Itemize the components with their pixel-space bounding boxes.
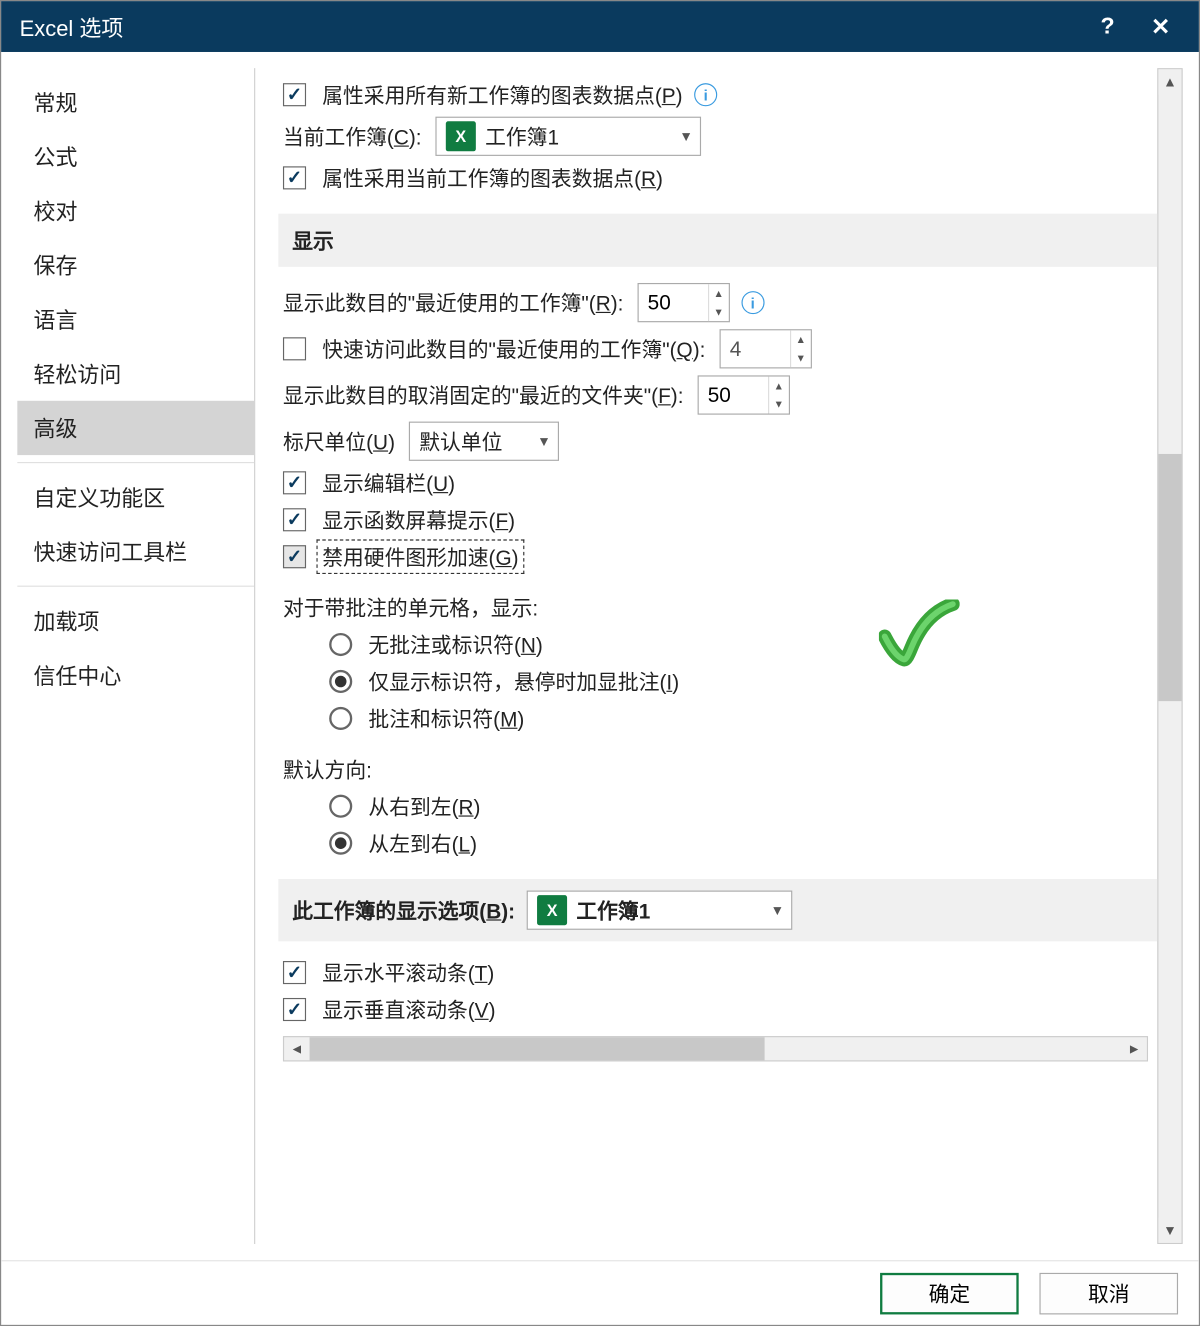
- show-formula-bar-label: 显示编辑栏(U): [322, 468, 455, 498]
- hscroll-thumb[interactable]: [310, 1037, 765, 1060]
- spinner-down-icon[interactable]: ▼: [769, 395, 789, 413]
- chevron-down-icon: ▼: [771, 902, 785, 918]
- direction-ltr-radio[interactable]: [329, 832, 352, 855]
- sidebar-item-language[interactable]: 语言: [17, 292, 254, 346]
- close-button[interactable]: ✕: [1134, 1, 1187, 52]
- comments-indicator-label: 仅显示标识符，悬停时加显批注(I): [368, 666, 679, 696]
- sidebar-separator: [17, 462, 254, 463]
- unpinned-folders-label: 显示此数目的取消固定的"最近的文件夹"(F):: [283, 380, 684, 410]
- sidebar-item-customize-ribbon[interactable]: 自定义功能区: [17, 470, 254, 524]
- help-button[interactable]: ?: [1081, 1, 1134, 52]
- sidebar-item-quick-access-toolbar[interactable]: 快速访问工具栏: [17, 524, 254, 578]
- spinner-up-icon: ▲: [791, 330, 811, 348]
- comments-none-label: 无批注或标识符(N): [368, 630, 542, 660]
- settings-panel: 属性采用所有新工作簿的图表数据点(P) i 当前工作簿(C): X 工作簿1 ▼: [255, 68, 1157, 1244]
- quick-access-recent-checkbox[interactable]: [283, 337, 306, 360]
- quick-access-recent-input: [720, 337, 789, 361]
- spinner-up-icon[interactable]: ▲: [709, 284, 729, 302]
- dialog-footer: 确定 取消: [1, 1260, 1199, 1325]
- ruler-units-select[interactable]: 默认单位 ▼: [409, 422, 559, 461]
- scroll-up-icon[interactable]: ▲: [1158, 69, 1181, 94]
- show-hscroll-checkbox[interactable]: [283, 961, 306, 984]
- default-direction-header: 默认方向:: [283, 754, 1148, 784]
- excel-icon: X: [537, 895, 567, 925]
- horizontal-scrollbar[interactable]: ◄ ►: [283, 1036, 1148, 1061]
- ruler-units-label: 标尺单位(U): [283, 426, 395, 456]
- vscroll-thumb[interactable]: [1158, 454, 1181, 701]
- sidebar-item-general[interactable]: 常规: [17, 75, 254, 129]
- direction-ltr-label: 从左到右(L): [368, 828, 477, 858]
- comments-both-radio[interactable]: [329, 707, 352, 730]
- comments-indicator-radio[interactable]: [329, 670, 352, 693]
- direction-rtl-radio[interactable]: [329, 795, 352, 818]
- scroll-left-icon[interactable]: ◄: [284, 1037, 309, 1060]
- show-function-tips-label: 显示函数屏幕提示(F): [322, 505, 515, 535]
- display-section-header: 显示: [278, 214, 1157, 267]
- show-formula-bar-checkbox[interactable]: [283, 471, 306, 494]
- unpinned-folders-input[interactable]: [698, 383, 767, 407]
- window-title: Excel 选项: [20, 11, 1081, 42]
- hscroll-track[interactable]: [310, 1037, 1122, 1060]
- current-workbook-select[interactable]: X 工作簿1 ▼: [435, 117, 701, 156]
- spinner-down-icon[interactable]: ▼: [709, 303, 729, 321]
- chart-all-new-label: 属性采用所有新工作簿的图表数据点(P): [322, 80, 682, 110]
- recent-workbooks-input[interactable]: [638, 290, 707, 314]
- current-workbook-label: 当前工作簿(C):: [283, 121, 422, 151]
- direction-rtl-label: 从右到左(R): [368, 791, 480, 821]
- comments-display-header: 对于带批注的单元格，显示:: [283, 593, 1148, 623]
- sidebar-item-addins[interactable]: 加载项: [17, 594, 254, 648]
- show-function-tips-checkbox[interactable]: [283, 508, 306, 531]
- scroll-right-icon[interactable]: ►: [1121, 1037, 1146, 1060]
- spinner-up-icon[interactable]: ▲: [769, 377, 789, 395]
- comments-none-radio[interactable]: [329, 633, 352, 656]
- sidebar-item-trust-center[interactable]: 信任中心: [17, 648, 254, 702]
- show-vscroll-label: 显示垂直滚动条(V): [322, 995, 495, 1025]
- info-icon[interactable]: i: [741, 291, 764, 314]
- disable-hw-accel-label: 禁用硬件图形加速(G): [322, 542, 518, 572]
- current-workbook-value: 工作簿1: [485, 121, 559, 151]
- ruler-units-value: 默认单位: [419, 426, 502, 456]
- sidebar-separator: [17, 586, 254, 587]
- disable-hw-accel-checkbox[interactable]: [283, 545, 306, 568]
- workbook-display-value: 工作簿1: [576, 895, 650, 925]
- cancel-button[interactable]: 取消: [1039, 1272, 1178, 1314]
- quick-access-recent-label: 快速访问此数目的"最近使用的工作簿"(Q):: [322, 334, 705, 364]
- recent-workbooks-spinner[interactable]: ▲▼: [637, 283, 729, 322]
- quick-access-recent-spinner: ▲▼: [719, 329, 811, 368]
- vscroll-track[interactable]: [1158, 95, 1181, 1218]
- dialog-content: 常规 公式 校对 保存 语言 轻松访问 高级 自定义功能区 快速访问工具栏 加载…: [1, 52, 1199, 1260]
- comments-both-label: 批注和标识符(M): [368, 703, 524, 733]
- scroll-down-icon[interactable]: ▼: [1158, 1217, 1181, 1242]
- workbook-display-select[interactable]: X 工作簿1 ▼: [527, 891, 793, 930]
- recent-workbooks-label: 显示此数目的"最近使用的工作簿"(R):: [283, 288, 623, 318]
- chevron-down-icon: ▼: [537, 433, 551, 449]
- vertical-scrollbar[interactable]: ▲ ▼: [1157, 68, 1182, 1244]
- excel-icon: X: [446, 121, 476, 151]
- workbook-display-section-header: 此工作簿的显示选项(B): X 工作簿1 ▼: [278, 879, 1157, 941]
- sidebar-item-save[interactable]: 保存: [17, 238, 254, 292]
- show-vscroll-checkbox[interactable]: [283, 998, 306, 1021]
- chart-all-new-checkbox[interactable]: [283, 83, 306, 106]
- sidebar-item-accessibility[interactable]: 轻松访问: [17, 347, 254, 401]
- workbook-display-header-label: 此工作簿的显示选项(B):: [292, 895, 515, 925]
- category-sidebar: 常规 公式 校对 保存 语言 轻松访问 高级 自定义功能区 快速访问工具栏 加载…: [17, 68, 255, 1244]
- titlebar: Excel 选项 ? ✕: [1, 1, 1199, 52]
- sidebar-item-proofing[interactable]: 校对: [17, 184, 254, 238]
- show-hscroll-label: 显示水平滚动条(T): [322, 958, 494, 988]
- ok-button[interactable]: 确定: [880, 1272, 1019, 1314]
- sidebar-item-formulas[interactable]: 公式: [17, 129, 254, 183]
- chevron-down-icon: ▼: [679, 128, 693, 144]
- unpinned-folders-spinner[interactable]: ▲▼: [697, 375, 789, 414]
- chart-current-checkbox[interactable]: [283, 166, 306, 189]
- info-icon[interactable]: i: [694, 83, 717, 106]
- spinner-down-icon: ▼: [791, 349, 811, 367]
- chart-current-label: 属性采用当前工作簿的图表数据点(R): [322, 163, 663, 193]
- sidebar-item-advanced[interactable]: 高级: [17, 401, 254, 455]
